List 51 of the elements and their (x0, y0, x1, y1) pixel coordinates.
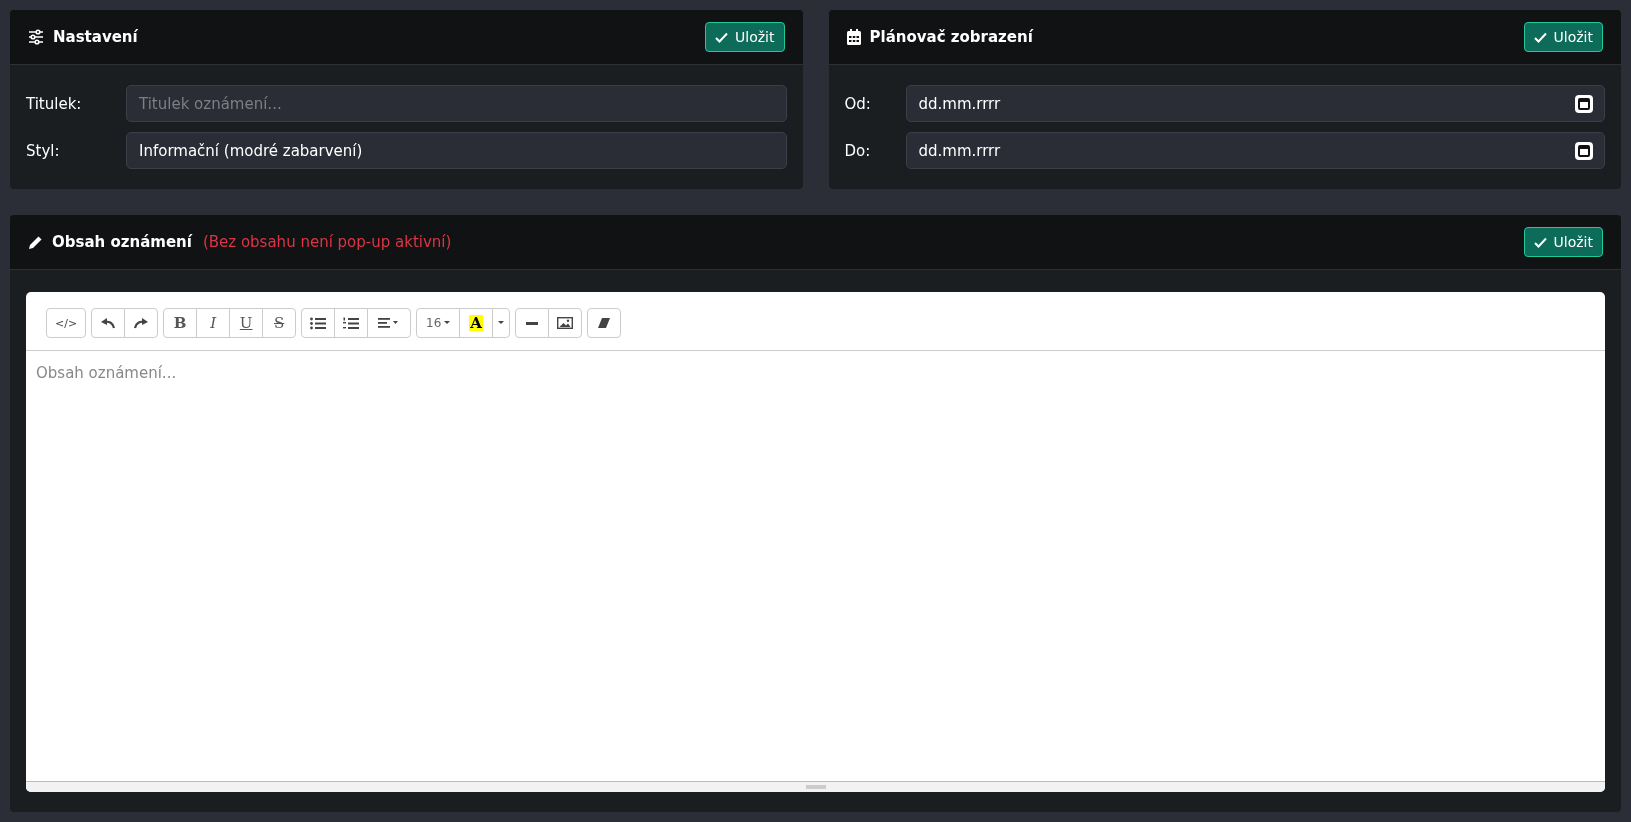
bullet-list-icon (310, 316, 327, 330)
minus-icon (526, 321, 539, 325)
resize-handle[interactable] (26, 781, 1605, 792)
warning-note: (Bez obsahu není pop-up aktivní) (202, 233, 452, 251)
text-color-button[interactable]: A (459, 308, 494, 338)
save-button[interactable]: Uložit (1523, 22, 1603, 52)
horizontal-rule-button[interactable] (515, 308, 550, 338)
underline-button[interactable]: U (229, 308, 264, 338)
save-button[interactable]: Uložit (705, 22, 785, 52)
image-icon (557, 317, 574, 329)
align-left-icon (378, 318, 401, 328)
undo-button[interactable] (91, 308, 126, 338)
calendar-icon[interactable] (1574, 93, 1594, 114)
strike-button[interactable]: S (262, 308, 297, 338)
redo-button[interactable] (124, 308, 159, 338)
check-icon (715, 31, 729, 43)
field-label: Od: (844, 94, 872, 113)
sliders-icon (28, 29, 44, 45)
clear-format-button[interactable] (587, 308, 622, 338)
numbered-list-button[interactable] (334, 308, 369, 338)
color-dropdown[interactable] (492, 308, 511, 338)
card-title: Plánovač zobrazení (869, 28, 1033, 46)
calendar-icon[interactable] (1574, 140, 1594, 161)
check-icon (1533, 236, 1547, 248)
field-label: Do: (844, 141, 872, 160)
code-view-button[interactable]: </> (46, 308, 87, 338)
check-icon (1533, 31, 1547, 43)
caret-icon (498, 321, 505, 325)
redo-icon (133, 317, 150, 329)
field-label: Titulek: (26, 94, 83, 113)
caret-icon (444, 321, 451, 325)
card-title: Nastavení (53, 28, 138, 46)
pencil-icon (28, 234, 43, 250)
field-label: Styl: (26, 141, 61, 160)
editor-placeholder[interactable]: Obsah oznámení... (36, 364, 177, 382)
save-button[interactable]: Uložit (1523, 227, 1603, 257)
undo-icon (100, 317, 117, 329)
date-field[interactable]: dd.mm.rrrr (905, 132, 1605, 169)
font-size-dropdown[interactable]: 16 (416, 308, 461, 338)
input-field[interactable]: Titulek oznámení... (126, 85, 787, 122)
input-field[interactable]: Informační (modré zabarvení) (126, 132, 787, 169)
calendar-icon (846, 29, 861, 45)
date-field[interactable]: dd.mm.rrrr (905, 85, 1605, 122)
numbered-list-icon (343, 316, 360, 330)
italic-button[interactable]: I (196, 308, 231, 338)
eraser-icon (598, 318, 611, 328)
align-dropdown[interactable] (367, 308, 412, 338)
bold-button[interactable]: B (163, 308, 198, 338)
card-title: Obsah oznámení (52, 233, 192, 251)
bullet-list-button[interactable] (301, 308, 336, 338)
insert-image-button[interactable] (548, 308, 583, 338)
